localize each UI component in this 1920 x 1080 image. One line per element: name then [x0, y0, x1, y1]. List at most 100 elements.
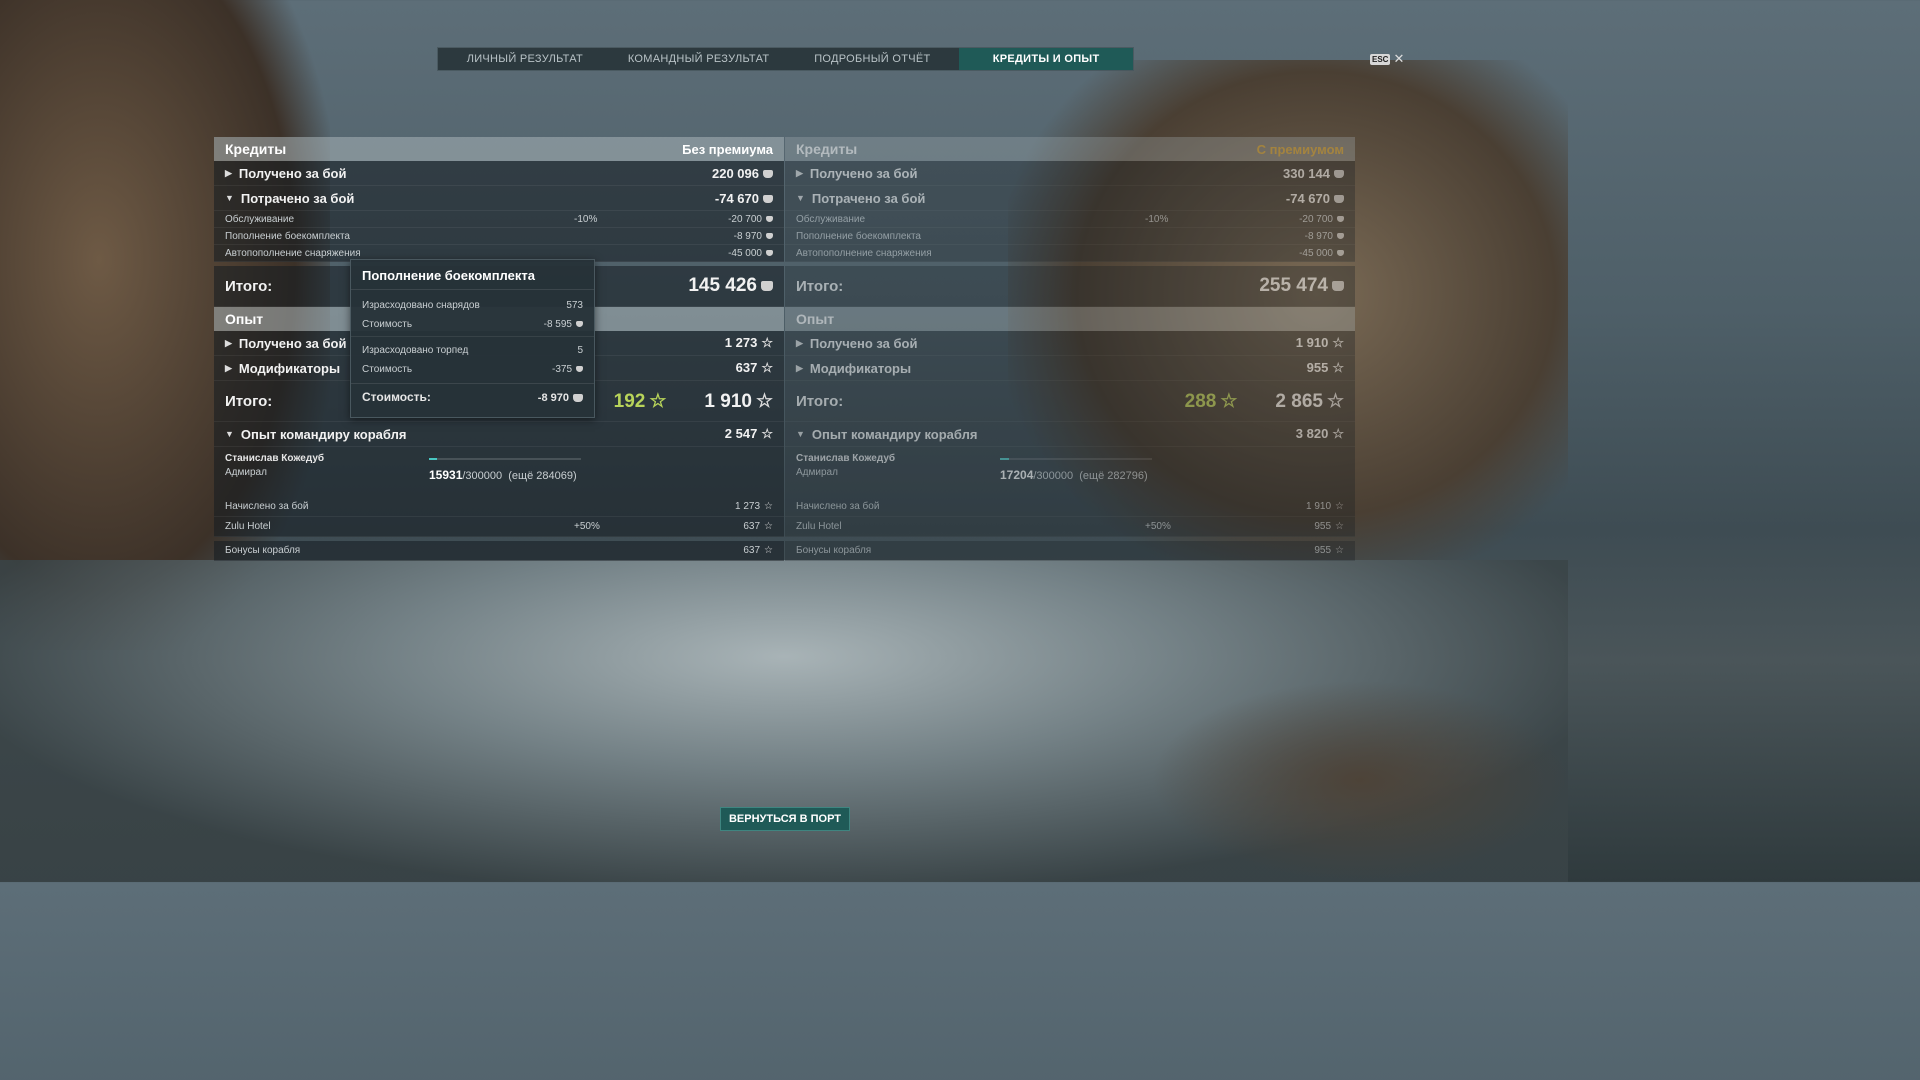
commander-xp-row[interactable]: ▼ Опыт командиру корабля 2 547 ☆ — [214, 422, 784, 447]
accrued-label: Начислено за бой — [796, 501, 880, 512]
service-pct: -10% — [574, 213, 598, 225]
commander-progress-bar — [1000, 458, 1152, 460]
expand-down-icon: ▼ — [796, 429, 805, 439]
tooltip-shells-cost-value: -8 595 — [543, 319, 572, 330]
close-button[interactable]: ESC ✕ — [1370, 51, 1404, 67]
modifiers-value: 637 — [735, 360, 758, 375]
ammo-value: -8 970 — [733, 230, 762, 242]
tooltip-total-value: -8 970 — [537, 392, 569, 404]
credits-title: Кредиты — [225, 141, 287, 157]
xp-earned-label: Получено за бой — [238, 335, 347, 351]
xp-star-icon: ☆ — [764, 521, 773, 532]
auto-supply-value: -45 000 — [728, 247, 762, 259]
xp-star-icon: ☆ — [761, 360, 773, 375]
xp-star-icon: ☆ — [1335, 545, 1344, 556]
credits-spent-value: -74 670 — [1285, 190, 1330, 206]
xp-total-row: Итого: 288 ☆ 2 865 ☆ — [785, 381, 1355, 422]
xp-header: Опыт — [785, 307, 1355, 331]
credits-icon — [1334, 195, 1344, 204]
credits-total-row: Итого: 255 474 — [785, 266, 1355, 307]
xp-earned-value: 1 910 — [1295, 335, 1329, 350]
tab-credits-and-xp[interactable]: КРЕДИТЫ И ОПЫТ — [959, 48, 1133, 70]
commander-block: Станислав Кожедуб Адмирал 17204/300000 (… — [785, 447, 1355, 497]
tab-bar: ЛИЧНЫЙ РЕЗУЛЬТАТ КОМАНДНЫЙ РЕЗУЛЬТАТ ПОД… — [437, 47, 1134, 71]
esc-key-badge: ESC — [1370, 53, 1391, 65]
tooltip-shells-cost-label: Стоимость — [362, 319, 413, 330]
credits-icon — [766, 215, 773, 222]
service-label: Обслуживание — [225, 213, 295, 225]
expand-right-icon: ▶ — [796, 337, 803, 348]
premium-label: С премиумом — [1256, 141, 1344, 157]
credits-icon — [766, 249, 773, 256]
xp-total-label: Итого: — [796, 392, 844, 410]
zulu-hotel-value: 955 — [1314, 521, 1332, 532]
credits-earned-row[interactable]: ▶ Получено за бой 220 096 — [214, 161, 784, 186]
credits-earned-value: 220 096 — [712, 165, 759, 181]
commander-xp-row[interactable]: ▼ Опыт командиру корабля 3 820 ☆ — [785, 422, 1355, 447]
commander-xp-value: 2 547 — [724, 426, 758, 441]
credits-header: Кредиты Без премиума — [214, 137, 784, 161]
tab-team-result[interactable]: КОМАНДНЫЙ РЕЗУЛЬТАТ — [612, 48, 786, 70]
xp-earned-value: 1 273 — [724, 335, 758, 350]
commander-xp-label: Опыт командиру корабля — [811, 426, 978, 442]
modifiers-label: Модификаторы — [809, 360, 912, 376]
tooltip-torps-cost-label: Стоимость — [362, 364, 413, 375]
modifiers-label: Модификаторы — [238, 360, 341, 376]
commander-xp-progress: 15931/300000 (ещё 284069) — [429, 468, 577, 482]
background-rock-bottom — [1150, 680, 1568, 880]
expand-down-icon: ▼ — [796, 193, 805, 203]
return-to-port-button[interactable]: ВЕРНУТЬСЯ В ПОРТ — [720, 807, 850, 831]
credits-total-value: 145 426 — [688, 275, 757, 296]
commander-xp-current: 17204 — [1000, 468, 1034, 482]
tooltip-torps-row: Израсходовано торпед 5 — [351, 341, 594, 360]
service-pct: -10% — [1145, 213, 1169, 225]
commander-xp-left: (ещё 284069) — [508, 470, 577, 482]
ship-bonus-label: Бонусы корабля — [225, 545, 301, 556]
ammo-label: Пополнение боекомплекта — [796, 230, 921, 242]
tooltip-shells-row: Израсходовано снарядов 573 — [351, 296, 594, 315]
commander-xp-current: 15931 — [429, 468, 463, 482]
close-icon: ✕ — [1393, 51, 1405, 66]
credits-earned-label: Получено за бой — [809, 165, 918, 181]
xp-total-value: 2 865 — [1275, 390, 1323, 412]
zulu-hotel-label: Zulu Hotel — [225, 521, 271, 532]
credits-earned-row[interactable]: ▶ Получено за бой 330 144 — [785, 161, 1355, 186]
xp-title: Опыт — [796, 311, 835, 327]
zulu-hotel-pct: +50% — [574, 521, 600, 532]
accrued-row: Начислено за бой 1 273 ☆ — [214, 497, 784, 517]
xp-star-icon: ☆ — [755, 390, 773, 412]
tooltip-torps-cost-value: -375 — [551, 364, 572, 375]
ammo-label: Пополнение боекомплекта — [225, 230, 350, 242]
ship-bonus-value: 637 — [743, 545, 761, 556]
ammo-row[interactable]: Пополнение боекомплекта -8 970 — [214, 228, 784, 245]
xp-star-icon: ☆ — [1335, 521, 1344, 532]
xp-star-icon: ☆ — [1332, 426, 1344, 441]
credits-icon — [576, 366, 583, 373]
credits-icon — [763, 170, 773, 179]
xp-star-icon: ☆ — [764, 501, 773, 512]
credits-icon — [766, 232, 773, 239]
credits-icon — [763, 195, 773, 204]
no-premium-label: Без премиума — [682, 141, 773, 157]
free-xp-star-icon: ☆ — [1220, 390, 1238, 412]
panel-premium: Кредиты С премиумом ▶ Получено за бой 330… — [785, 137, 1355, 561]
xp-total-value: 1 910 — [704, 390, 752, 412]
expand-down-icon: ▼ — [225, 429, 234, 439]
credits-icon — [1334, 170, 1344, 179]
credits-spent-row[interactable]: ▼ Потрачено за бой -74 670 — [785, 186, 1355, 211]
commander-block: Станислав Кожедуб Адмирал 15931/300000 (… — [214, 447, 784, 497]
credits-spent-label: Потрачено за бой — [240, 190, 355, 206]
modifiers-row[interactable]: ▶ Модификаторы 955 ☆ — [785, 356, 1355, 381]
tab-detailed-report[interactable]: ПОДРОБНЫЙ ОТЧЁТ — [786, 48, 960, 70]
accrued-value: 1 910 — [1306, 501, 1332, 512]
auto-supply-label: Автопополнение снаряжения — [225, 247, 361, 259]
commander-xp-max: /300000 — [1033, 470, 1074, 482]
ship-bonus-value: 955 — [1314, 545, 1332, 556]
xp-earned-row[interactable]: ▶ Получено за бой 1 910 ☆ — [785, 331, 1355, 356]
tab-personal-result[interactable]: ЛИЧНЫЙ РЕЗУЛЬТАТ — [438, 48, 612, 70]
commander-xp-max: /300000 — [462, 470, 503, 482]
ammo-row[interactable]: Пополнение боекомплекта -8 970 — [785, 228, 1355, 245]
accrued-label: Начислено за бой — [225, 501, 309, 512]
credits-spent-row[interactable]: ▼ Потрачено за бой -74 670 — [214, 186, 784, 211]
commander-xp-progress: 17204/300000 (ещё 282796) — [1000, 468, 1148, 482]
